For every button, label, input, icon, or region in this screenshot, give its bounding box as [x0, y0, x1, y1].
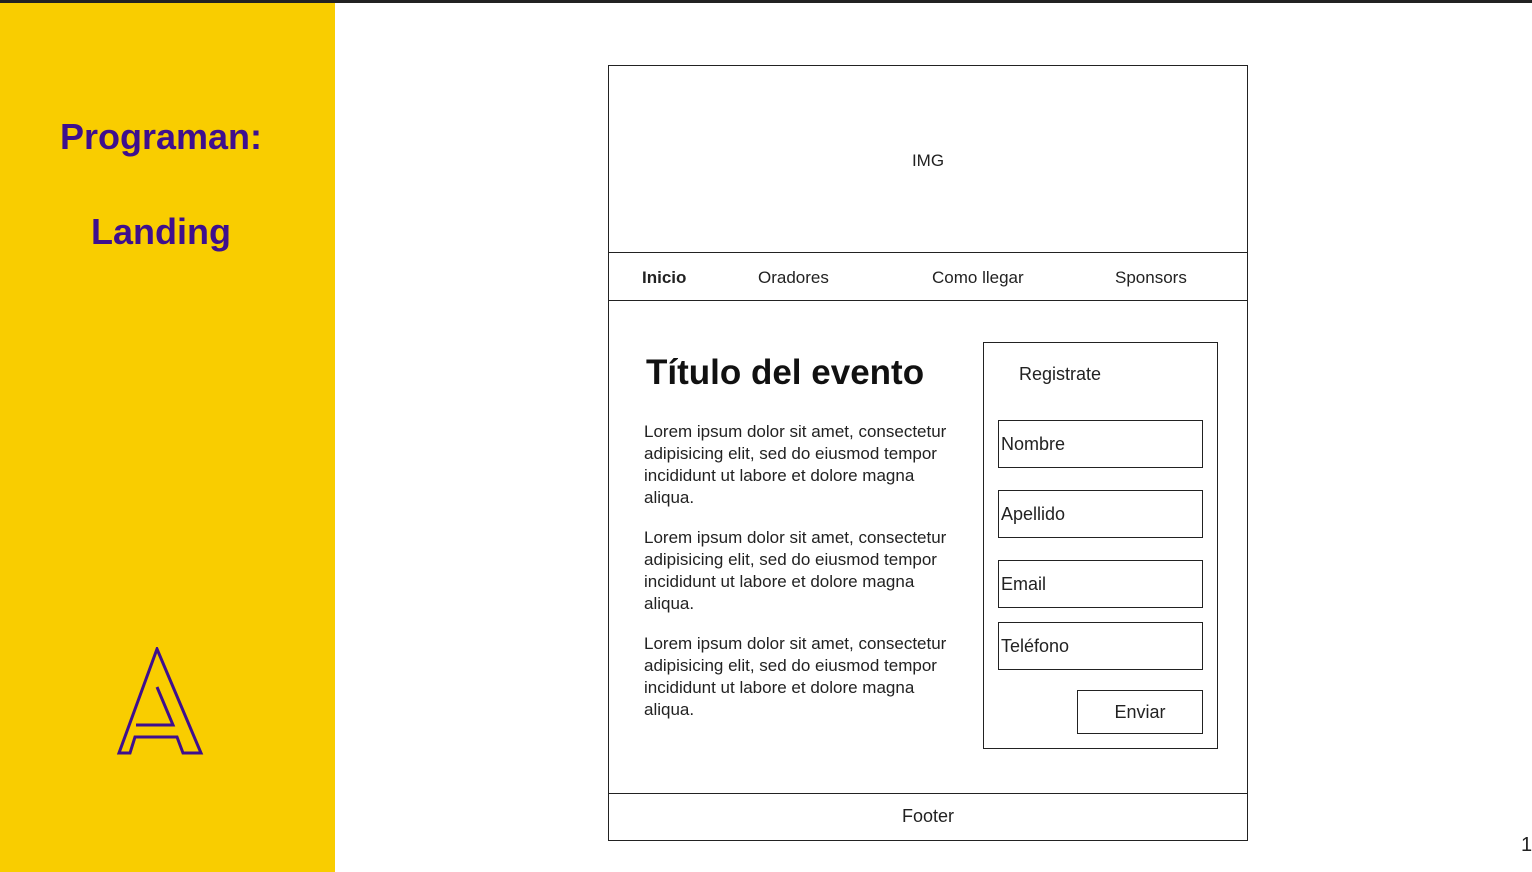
- registration-form: Registrate Enviar: [983, 342, 1218, 749]
- slide-page-number: 1: [1521, 834, 1532, 856]
- apellido-field[interactable]: [998, 490, 1203, 538]
- landing-wireframe: IMG Inicio Oradores Como llegar Sponsors…: [608, 65, 1248, 841]
- slide-title-line1: Programan:: [59, 116, 263, 157]
- image-placeholder-label: IMG: [911, 151, 945, 170]
- event-title: Título del evento: [646, 353, 925, 392]
- nombre-field[interactable]: [998, 420, 1203, 468]
- main-content: Título del evento Lorem ipsum dolor sit …: [609, 301, 1247, 795]
- nav-item-inicio[interactable]: Inicio: [642, 268, 686, 288]
- nav-item-como-llegar[interactable]: Como llegar: [932, 268, 1024, 288]
- description-paragraph-1: Lorem ipsum dolor sit amet, consectetur …: [644, 422, 947, 507]
- slide-sidebar: Programan: Landing: [0, 3, 335, 872]
- slide-title-line2: Landing: [91, 211, 231, 252]
- description-paragraph-2: Lorem ipsum dolor sit amet, consectetur …: [644, 528, 947, 613]
- nav-item-sponsors[interactable]: Sponsors: [1115, 268, 1187, 288]
- email-field[interactable]: [998, 560, 1203, 608]
- footer: Footer: [609, 793, 1247, 840]
- a-letter-logo-icon: [116, 647, 204, 755]
- send-button[interactable]: Enviar: [1077, 690, 1203, 734]
- description-paragraph-3: Lorem ipsum dolor sit amet, consectetur …: [644, 634, 947, 719]
- hero-image-placeholder: IMG: [609, 66, 1247, 253]
- nav-item-oradores[interactable]: Oradores: [758, 268, 829, 288]
- form-title: Registrate: [1019, 364, 1102, 384]
- telefono-field[interactable]: [998, 622, 1203, 670]
- navbar: Inicio Oradores Como llegar Sponsors: [609, 253, 1247, 301]
